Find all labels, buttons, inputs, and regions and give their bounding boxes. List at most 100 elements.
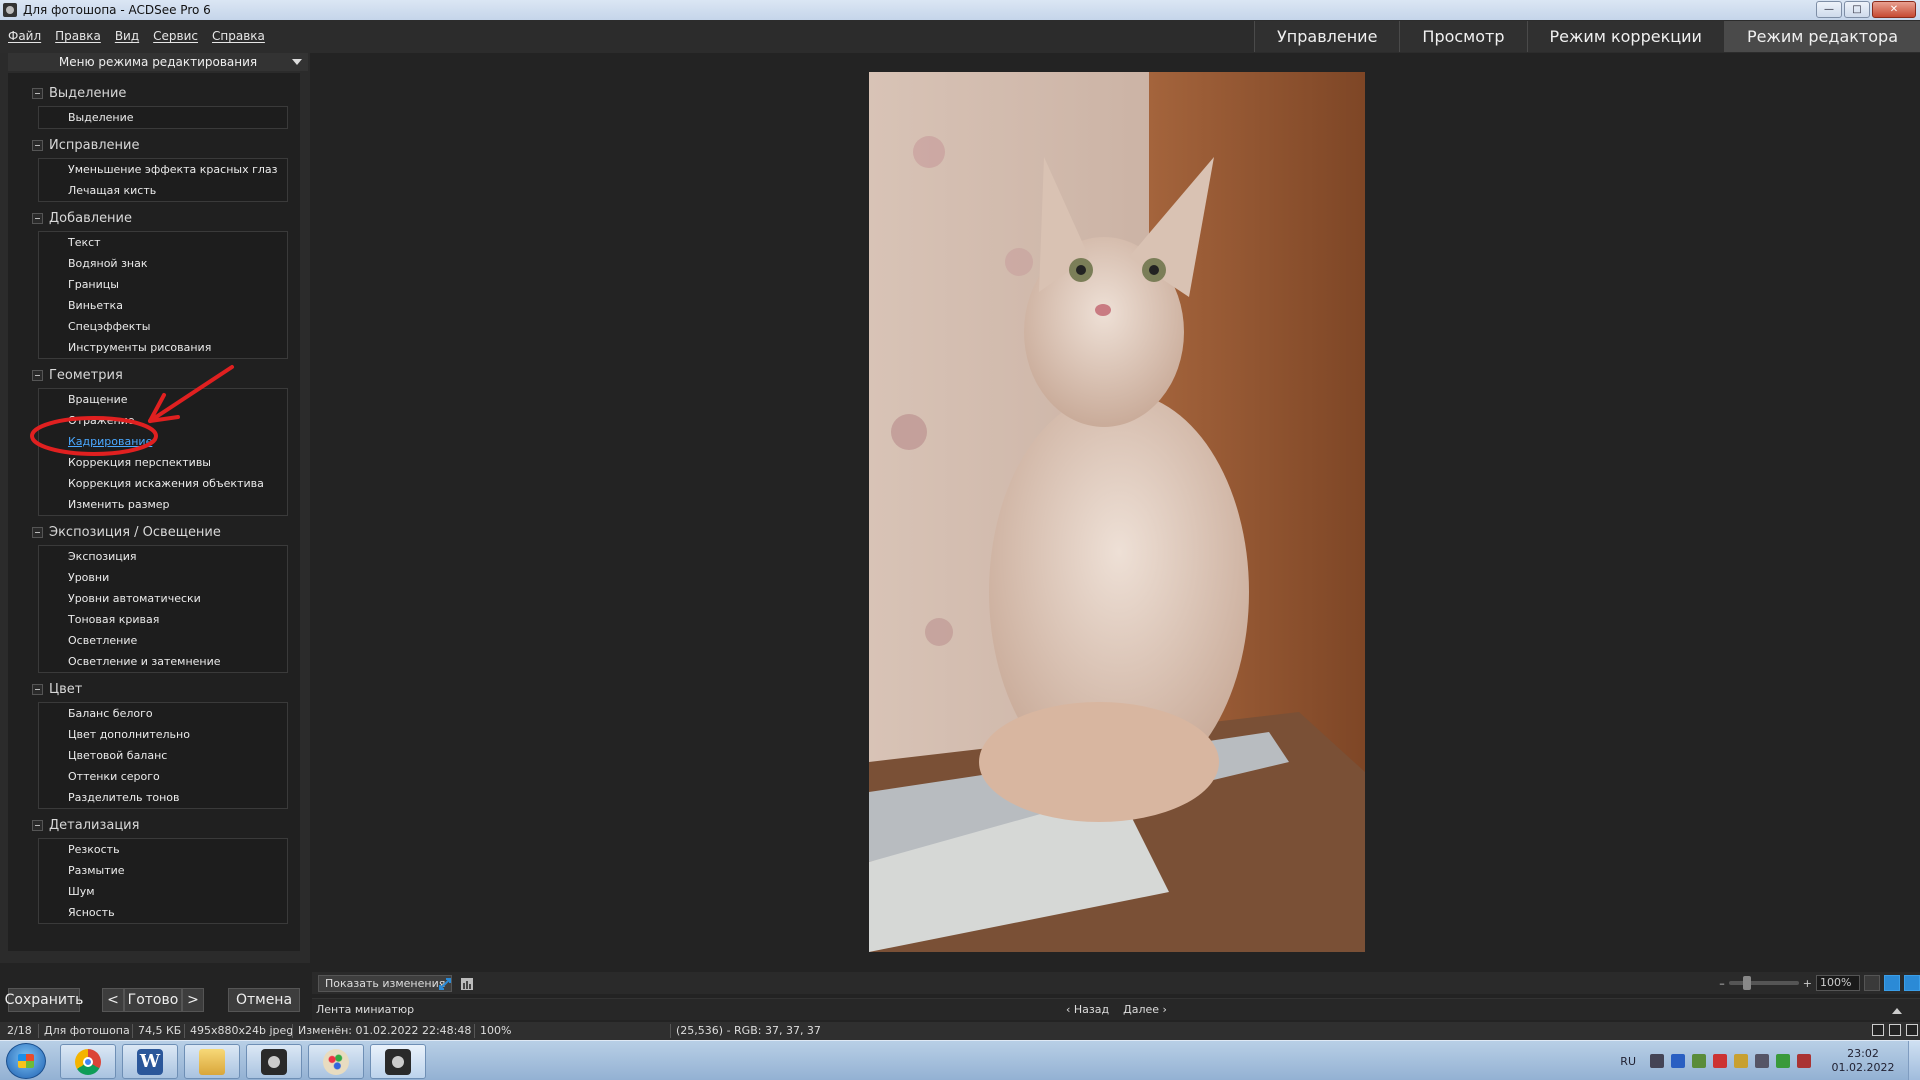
windows-taskbar: W RU 23:02 01.02.2022 [0, 1040, 1920, 1080]
menu-item-exposure[interactable]: Экспозиция [39, 546, 287, 567]
show-changes-button[interactable]: Показать изменения [318, 975, 453, 992]
menu-item-white-balance[interactable]: Баланс белого [39, 703, 287, 724]
edit-menu-header[interactable]: Меню режима редактирования [8, 53, 308, 71]
menu-item-drawing-tools[interactable]: Инструменты рисования [39, 337, 287, 358]
histogram-icon[interactable] [460, 976, 474, 990]
menu-item-borders[interactable]: Границы [39, 274, 287, 295]
menu-item-levels[interactable]: Уровни [39, 567, 287, 588]
fit-image-icon[interactable] [1904, 975, 1920, 991]
taskbar-acdsee-active[interactable] [370, 1044, 426, 1079]
menu-item-special-effects[interactable]: Спецэффекты [39, 316, 287, 337]
menu-edit[interactable]: Правка [55, 29, 101, 43]
tab-develop[interactable]: Режим коррекции [1526, 21, 1724, 52]
menu-view[interactable]: Вид [115, 29, 139, 43]
menu-item-crop[interactable]: Кадрирование [39, 431, 287, 452]
close-button[interactable]: ✕ [1872, 1, 1916, 18]
actual-size-icon[interactable] [1884, 975, 1900, 991]
menu-item-lens-distortion[interactable]: Коррекция искажения объектива [39, 473, 287, 494]
menu-item-rotate[interactable]: Вращение [39, 389, 287, 410]
menu-item-split-tone[interactable]: Разделитель тонов [39, 787, 287, 808]
zoom-slider[interactable] [1728, 976, 1799, 990]
zoom-out-icon[interactable]: – [1719, 977, 1725, 990]
section-items: Баланс белого Цвет дополнительно Цветово… [38, 702, 288, 809]
collapse-icon[interactable] [32, 526, 43, 538]
zoom-in-icon[interactable]: + [1803, 977, 1812, 990]
menu-item-healing-brush[interactable]: Лечащая кисть [39, 180, 287, 201]
volume-icon[interactable] [1755, 1054, 1769, 1068]
tray-audio-manager-icon[interactable] [1713, 1054, 1727, 1068]
menu-item-color-balance[interactable]: Цветовой баланс [39, 745, 287, 766]
taskbar-acdsee[interactable] [246, 1044, 302, 1079]
menu-item-flip[interactable]: Отражение [39, 410, 287, 431]
next-button[interactable]: > [182, 988, 204, 1012]
start-button[interactable] [6, 1043, 46, 1079]
menu-item-sharpen[interactable]: Резкость [39, 839, 287, 860]
zoom-value[interactable]: 100% [1816, 975, 1860, 991]
menu-item-lighting[interactable]: Осветление [39, 630, 287, 651]
edit-indicator-icon[interactable] [1889, 1024, 1901, 1036]
battery-icon[interactable] [1776, 1054, 1790, 1068]
menu-item-perspective[interactable]: Коррекция перспективы [39, 452, 287, 473]
menu-item-noise[interactable]: Шум [39, 881, 287, 902]
menu-item-clarity[interactable]: Ясность [39, 902, 287, 923]
save-button[interactable]: Сохранить [5, 988, 83, 1012]
menu-item-watermark[interactable]: Водяной знак [39, 253, 287, 274]
zoom-dropdown-button[interactable] [1864, 975, 1880, 991]
fit-arrows-icon[interactable] [438, 976, 452, 990]
show-desktop-button[interactable] [1908, 1041, 1920, 1080]
tag-indicator-icon[interactable] [1906, 1024, 1918, 1036]
edit-menu-panel: Меню режима редактирования Выделение Выд… [0, 53, 310, 963]
forward-link[interactable]: Далее › [1123, 1003, 1167, 1016]
menu-item-advanced-color[interactable]: Цвет дополнительно [39, 724, 287, 745]
system-tray: RU 23:02 01.02.2022 [1620, 1041, 1920, 1080]
menu-help[interactable]: Справка [212, 29, 265, 43]
collapse-icon[interactable] [32, 87, 43, 99]
status-bar: 2/18 Для фотошопа 74,5 КБ 495x880x24b jp… [0, 1022, 1920, 1040]
prev-button[interactable]: < [102, 988, 124, 1012]
menu-item-blur[interactable]: Размытие [39, 860, 287, 881]
taskbar-paint[interactable] [308, 1044, 364, 1079]
taskbar-word[interactable]: W [122, 1044, 178, 1079]
dropdown-arrow-icon[interactable] [292, 59, 302, 65]
menu-file[interactable]: Файл [8, 29, 41, 43]
collapse-icon[interactable] [32, 819, 43, 831]
collapse-icon[interactable] [32, 139, 43, 151]
back-link[interactable]: ‹ Назад [1066, 1003, 1109, 1016]
tray-app-icon[interactable] [1650, 1054, 1664, 1068]
title-bar: Для фотошопа - ACDSee Pro 6 — □ ✕ [0, 0, 1920, 20]
view-mode-icon[interactable] [1872, 1024, 1884, 1036]
tab-manage[interactable]: Управление [1254, 21, 1400, 52]
expand-filmstrip-icon[interactable] [1892, 1008, 1902, 1014]
collapse-icon[interactable] [32, 212, 43, 224]
menu-item-grayscale[interactable]: Оттенки серого [39, 766, 287, 787]
done-button[interactable]: Готово [124, 988, 182, 1012]
menu-item-vignette[interactable]: Виньетка [39, 295, 287, 316]
menu-item-resize[interactable]: Изменить размер [39, 494, 287, 515]
menu-item-dodge-burn[interactable]: Осветление и затемнение [39, 651, 287, 672]
tab-edit[interactable]: Режим редактора [1723, 21, 1920, 52]
tray-update-icon[interactable] [1692, 1054, 1706, 1068]
menu-item-red-eye[interactable]: Уменьшение эффекта красных глаз [39, 159, 287, 180]
acdsee-app-icon [3, 3, 17, 17]
minimize-button[interactable]: — [1816, 1, 1842, 18]
menu-item-tone-curve[interactable]: Тоновая кривая [39, 609, 287, 630]
maximize-button[interactable]: □ [1844, 1, 1870, 18]
cancel-button[interactable]: Отмена [228, 988, 300, 1012]
taskbar-chrome[interactable] [60, 1044, 116, 1079]
section-title: Геометрия [49, 367, 123, 383]
menu-item-auto-levels[interactable]: Уровни автоматически [39, 588, 287, 609]
menu-tools[interactable]: Сервис [153, 29, 198, 43]
menu-item-selection[interactable]: Выделение [39, 107, 287, 128]
network-icon[interactable] [1797, 1054, 1811, 1068]
paint-icon [323, 1048, 349, 1075]
section-items: Вращение Отражение Кадрирование Коррекци… [38, 388, 288, 516]
collapse-icon[interactable] [32, 369, 43, 381]
dropbox-icon[interactable] [1734, 1054, 1748, 1068]
collapse-icon[interactable] [32, 683, 43, 695]
tab-view[interactable]: Просмотр [1399, 21, 1527, 52]
menu-item-text[interactable]: Текст [39, 232, 287, 253]
clock[interactable]: 23:02 01.02.2022 [1818, 1047, 1908, 1075]
mail-icon[interactable] [1671, 1054, 1685, 1068]
language-indicator[interactable]: RU [1620, 1055, 1636, 1068]
taskbar-explorer[interactable] [184, 1044, 240, 1079]
